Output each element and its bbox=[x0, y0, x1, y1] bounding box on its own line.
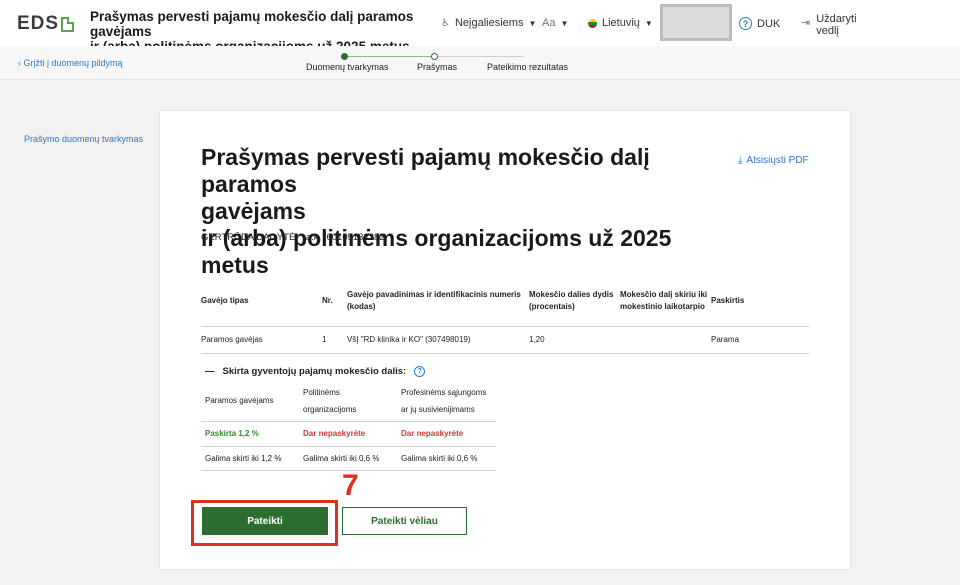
stepper-bar: ‹ Grįžti į duomenų pildymą Duomenų tvark… bbox=[0, 46, 960, 80]
submit-button[interactable]: Pateikti bbox=[202, 507, 328, 535]
table-cell bbox=[620, 326, 711, 354]
download-pdf-label: Atsisiųsti PDF bbox=[746, 155, 809, 166]
step-label-result: Pateikimo rezultatas bbox=[487, 62, 569, 72]
download-pdf-link[interactable]: ⤓ Atsisiųsti PDF bbox=[738, 155, 809, 166]
back-link-label: Grįžti į duomenų pildymą bbox=[23, 58, 123, 68]
person-info: GERTRŪDA DAGYTĖ, a.k. 60105132382 bbox=[201, 232, 385, 243]
column-header: Paskirtis bbox=[711, 276, 809, 327]
allocation-limit-row: Galima skirti iki 1,2 % Galima skirti ik… bbox=[201, 446, 496, 471]
help-link[interactable]: ? DUK bbox=[739, 17, 780, 30]
allocation-column-header: Paramos gavėjams bbox=[201, 381, 299, 422]
person-code-label: a.k. bbox=[305, 232, 322, 243]
language-label: Lietuvių bbox=[602, 17, 640, 29]
font-size-menu[interactable]: Aa ▼ bbox=[542, 17, 568, 29]
chevron-down-icon: ▼ bbox=[644, 18, 653, 28]
exit-icon: ⇥ bbox=[801, 17, 811, 29]
person-name: GERTRŪDA DAGYTĖ, bbox=[201, 232, 298, 243]
column-header: Mokesčio dalies dydis (procentais) bbox=[529, 276, 620, 327]
table-cell: Parama bbox=[711, 326, 809, 354]
step-connector bbox=[434, 56, 524, 57]
download-icon: ⤓ bbox=[738, 155, 743, 166]
back-link[interactable]: ‹ Grįžti į duomenų pildymą bbox=[18, 58, 123, 68]
accessibility-icon: ♿ bbox=[441, 17, 450, 29]
table-cell: 1,20 bbox=[529, 326, 620, 354]
allocation-limit: Galima skirti iki 0,6 % bbox=[397, 446, 496, 471]
chevron-down-icon: ▼ bbox=[560, 18, 569, 28]
allocation-column-header: Politinėms organizacijoms bbox=[299, 381, 397, 422]
step-label-data[interactable]: Duomenų tvarkymas bbox=[306, 62, 389, 72]
step-dot-done bbox=[341, 53, 348, 60]
submit-later-button[interactable]: Pateikti vėliau bbox=[342, 507, 467, 535]
close-label-line1: Uždaryti bbox=[816, 13, 857, 25]
font-size-label: Aa bbox=[542, 17, 556, 29]
header-title-line1: Prašymas pervesti pajamų mokesčio dalį p… bbox=[90, 9, 414, 39]
table-cell: VšĮ "RD klinika ir KO" (307498019) bbox=[347, 326, 529, 354]
page-title-line2: gavėjams bbox=[201, 198, 306, 224]
accessibility-label: Neįgaliesiems bbox=[454, 17, 524, 29]
allocation-column-header: Profesinėms sąjungoms ar jų susivienijim… bbox=[397, 381, 496, 422]
allocation-limit: Galima skirti iki 1,2 % bbox=[201, 446, 299, 471]
collapse-icon[interactable]: — bbox=[205, 366, 215, 377]
allocation-limit: Galima skirti iki 0,6 % bbox=[299, 446, 397, 471]
column-header: Gavėjo pavadinimas ir identifikacinis nu… bbox=[347, 276, 529, 327]
allocation-title: Skirta gyventojų pajamų mokesčio dalis: bbox=[222, 366, 407, 377]
help-icon: ? bbox=[739, 17, 752, 30]
question-icon[interactable]: ? bbox=[414, 366, 426, 377]
status-not-assigned: Dar nepaskyrėte bbox=[397, 421, 496, 447]
allocation-status-row: Paskirta 1,2 % Dar nepaskyrėte Dar nepas… bbox=[201, 421, 496, 447]
close-label-line2: vedlį bbox=[816, 25, 839, 37]
lithuania-flag-icon bbox=[588, 18, 597, 28]
eds-logo[interactable]: EDS bbox=[17, 13, 75, 35]
document-icon bbox=[61, 16, 75, 32]
status-not-assigned: Dar nepaskyrėte bbox=[299, 421, 397, 447]
top-header: EDS Prašymas pervesti pajamų mokesčio da… bbox=[0, 0, 960, 54]
accessibility-menu[interactable]: ♿ Neįgaliesiems ▼ bbox=[441, 17, 536, 29]
step-label-request[interactable]: Prašymas bbox=[417, 62, 457, 72]
request-card: Prašymas pervesti pajamų mokesčio dalį p… bbox=[159, 110, 851, 570]
table-cell: Paramos gavėjas bbox=[201, 326, 322, 354]
sidebar-item-data-management[interactable]: Prašymo duomenų tvarkymas bbox=[24, 134, 143, 144]
user-profile-box[interactable] bbox=[660, 4, 732, 41]
person-code: 60105132382 bbox=[326, 232, 385, 243]
chevron-down-icon: ▼ bbox=[528, 18, 537, 28]
chevron-left-icon: ‹ bbox=[18, 58, 21, 68]
page-title-line1: Prašymas pervesti pajamų mokesčio dalį p… bbox=[201, 144, 650, 197]
allocation-header-row: Paramos gavėjams Politinėms organizacijo… bbox=[201, 381, 496, 422]
column-header: Gavėjo tipas bbox=[201, 276, 322, 327]
table-row: Paramos gavėjas 1 VšĮ "RD klinika ir KO"… bbox=[201, 326, 809, 354]
step-connector bbox=[344, 56, 434, 57]
table-header-row: Gavėjo tipas Nr. Gavėjo pavadinimas ir i… bbox=[201, 276, 809, 327]
annotation-step-number: 7 bbox=[342, 469, 359, 502]
status-assigned: Paskirta 1,2 % bbox=[201, 421, 299, 447]
close-wizard-button[interactable]: ⇥ Uždaryti vedlį bbox=[801, 13, 857, 37]
allocation-table: Paramos gavėjams Politinėms organizacijo… bbox=[201, 381, 496, 471]
column-header: Mokesčio dalį skiriu iki mokestinio laik… bbox=[620, 276, 711, 327]
logo-text: EDS bbox=[17, 13, 60, 34]
allocation-section-header[interactable]: — Skirta gyventojų pajamų mokesčio dalis… bbox=[205, 366, 426, 377]
language-menu[interactable]: Lietuvių ▼ bbox=[588, 17, 653, 29]
recipients-table: Gavėjo tipas Nr. Gavėjo pavadinimas ir i… bbox=[201, 276, 809, 354]
column-header: Nr. bbox=[322, 276, 347, 327]
page-title: Prašymas pervesti pajamų mokesčio dalį p… bbox=[201, 144, 741, 279]
table-cell: 1 bbox=[322, 326, 347, 354]
help-label: DUK bbox=[757, 17, 781, 30]
step-dot-current bbox=[431, 53, 438, 60]
